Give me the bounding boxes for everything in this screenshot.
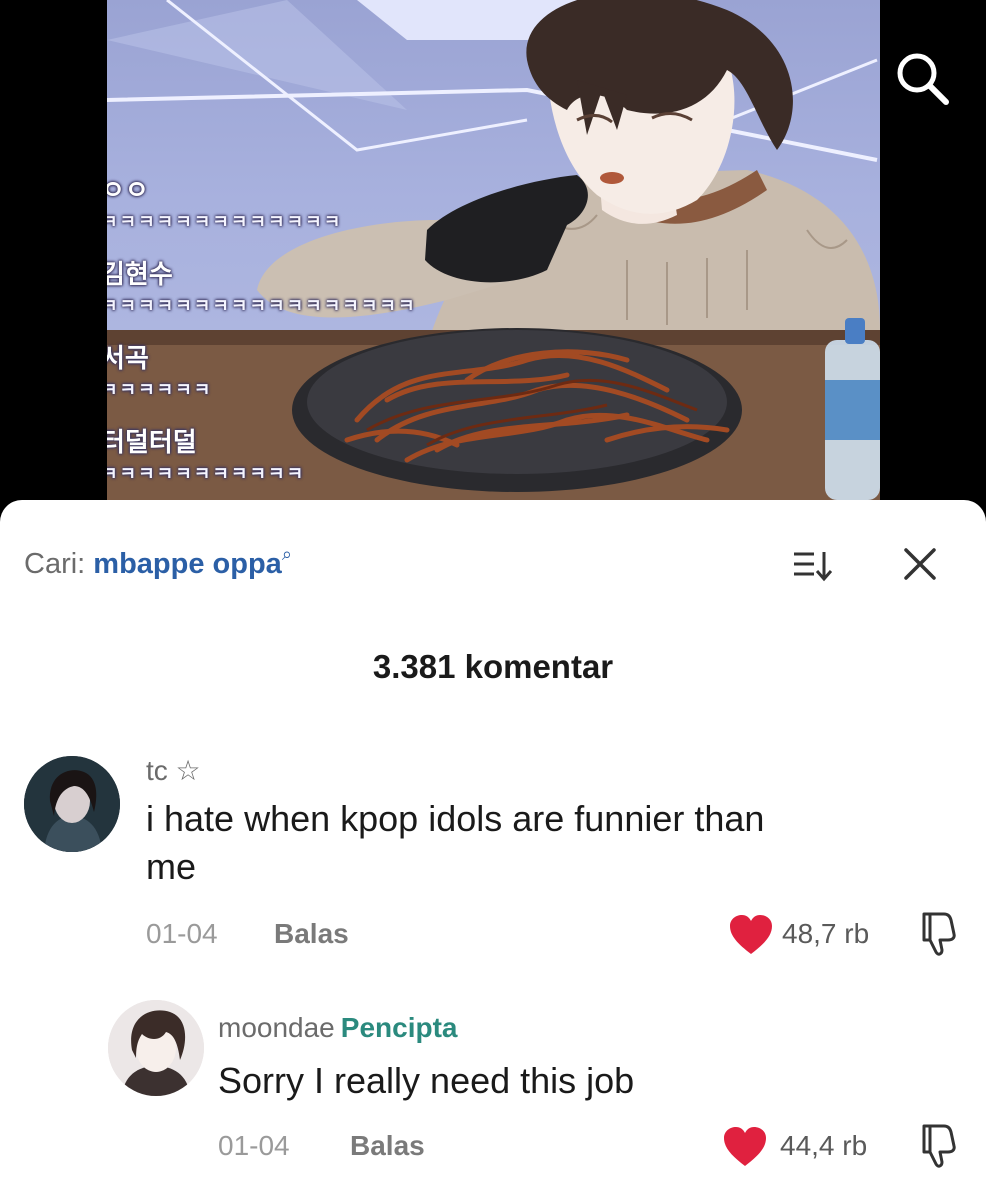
close-icon[interactable] [900,544,940,584]
search-query-header[interactable]: Cari: mbappe oppa⌕ [24,544,292,581]
chat-message: ㅋㅋㅋㅋㅋㅋㅋㅋㅋㅋㅋㅋㅋㅋㅋㅋㅋ [107,296,417,317]
comment-text: Sorry I really need this job [218,1060,635,1101]
comment-date: 01-04 [146,918,218,949]
reply-button[interactable]: Balas [274,918,349,950]
heart-icon[interactable] [728,914,774,961]
chat-username: 김현수 [107,260,173,290]
chat-username: 터덜터덜 [107,428,197,458]
video-player[interactable]: ㅇㅇ ㅋㅋㅋㅋㅋㅋㅋㅋㅋㅋㅋㅋㅋ 김현수 ㅋㅋㅋㅋㅋㅋㅋㅋㅋㅋㅋㅋㅋㅋㅋㅋㅋ 서… [0,0,986,515]
avatar[interactable] [24,756,120,852]
chat-message: ㅋㅋㅋㅋㅋㅋㅋㅋㅋㅋㅋ [107,464,306,485]
chat-username: ㅇㅇ [107,176,149,206]
like-count: 48,7 rb [782,918,870,949]
illustration [107,0,880,500]
dislike-icon[interactable] [918,1122,962,1175]
comment-count: 3.381 komentar [372,648,614,685]
heart-icon[interactable] [722,1126,768,1173]
creator-badge: Pencipta [340,1012,458,1043]
comment-date: 01-04 [218,1130,290,1161]
avatar[interactable] [108,1000,204,1096]
sort-icon[interactable] [792,548,833,584]
reply-button[interactable]: Balas [350,1130,425,1162]
like-count: 44,4 rb [780,1130,868,1161]
search-icon[interactable] [892,48,952,108]
chat-message: ㅋㅋㅋㅋㅋㅋㅋㅋㅋㅋㅋㅋㅋ [107,212,343,233]
comment-username[interactable]: tc ☆ [146,754,201,787]
search-query[interactable]: mbappe oppa [93,548,282,580]
dislike-icon[interactable] [918,910,962,963]
comments-sheet: Cari: mbappe oppa⌕ 3.381 komentar tc ☆ i… [0,500,986,1200]
search-small-icon: ⌕ [281,544,292,564]
chat-username: 서곡 [107,344,149,374]
comment-username[interactable]: moondae Pencipta [218,1012,457,1044]
chat-message: ㅋㅋㅋㅋㅋㅋ [107,380,213,401]
webtoon-frame: ㅇㅇ ㅋㅋㅋㅋㅋㅋㅋㅋㅋㅋㅋㅋㅋ 김현수 ㅋㅋㅋㅋㅋㅋㅋㅋㅋㅋㅋㅋㅋㅋㅋㅋㅋ 서… [107,0,880,500]
comment-text-continued: me [146,846,197,887]
search-label: Cari: [24,548,86,580]
comment-text: i hate when kpop idols are funnier than [146,798,765,839]
comment-username-text[interactable]: moondae [218,1012,335,1043]
